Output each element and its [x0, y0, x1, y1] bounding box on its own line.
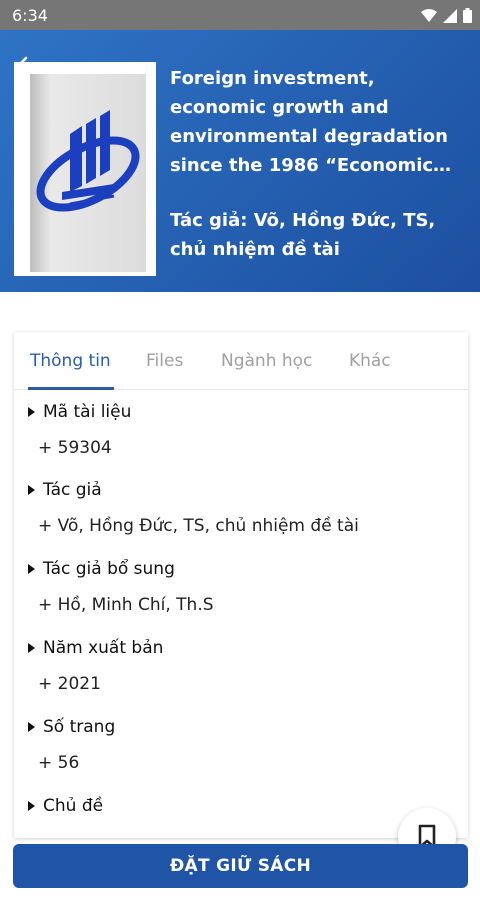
info-item-publish-year: Năm xuất bản + 2021: [26, 638, 456, 694]
info-item-pages: Số trang + 56: [26, 717, 456, 773]
bullet-icon: [28, 564, 35, 574]
info-value: + Hồ, Minh Chí, Th.S: [38, 595, 214, 615]
book-title: Foreign investment, economic growth and …: [170, 64, 466, 180]
book-title-text: Foreign investment, economic growth and …: [170, 68, 448, 176]
bullet-icon: [28, 485, 35, 495]
info-label-text: Chủ đề: [43, 796, 104, 816]
info-label-text: Năm xuất bản: [43, 638, 164, 658]
tab-other[interactable]: Khác: [349, 351, 391, 371]
info-label: Tác giả bổ sung: [26, 559, 456, 579]
bullet-icon: [28, 801, 35, 811]
reserve-book-button[interactable]: ĐẶT GIỮ SÁCH: [13, 844, 468, 888]
bullet-icon: [28, 643, 35, 653]
signal-icon: [443, 8, 457, 28]
status-icons: [421, 8, 472, 28]
info-value: + 59304: [38, 438, 112, 458]
info-label-text: Tác giả: [43, 480, 102, 500]
cover-image: [30, 74, 146, 272]
tab-bar: Thông tin Files Ngành học Khác: [14, 332, 468, 390]
status-bar: 6:34: [0, 0, 480, 30]
info-item-subject: Chủ đề: [26, 796, 456, 816]
info-value: + Võ, Hồng Đức, TS, chủ nhiệm đề tài: [38, 516, 359, 536]
tab-major[interactable]: Ngành học: [221, 351, 312, 371]
bullet-icon: [28, 722, 35, 732]
info-item-document-id: Mã tài liệu + 59304: [26, 402, 456, 458]
tab-info[interactable]: Thông tin: [30, 351, 111, 371]
info-label: Mã tài liệu: [26, 402, 456, 422]
info-label: Chủ đề: [26, 796, 456, 816]
info-label-text: Số trang: [43, 717, 116, 737]
active-tab-indicator: [28, 387, 114, 390]
publisher-logo: [36, 110, 140, 212]
battery-icon: [463, 8, 472, 28]
bullet-icon: [28, 407, 35, 417]
tab-files[interactable]: Files: [146, 351, 183, 371]
info-item-additional-author: Tác giả bổ sung + Hồ, Minh Chí, Th.S: [26, 559, 456, 615]
details-card: Thông tin Files Ngành học Khác Mã tài li…: [14, 332, 468, 838]
info-label: Tác giả: [26, 480, 456, 500]
wifi-icon: [421, 8, 437, 28]
info-item-author: Tác giả + Võ, Hồng Đức, TS, chủ nhiệm đề…: [26, 480, 456, 536]
info-value: + 56: [38, 753, 80, 773]
status-time: 6:34: [12, 6, 48, 25]
book-author: Tác giả: Võ, Hồng Đức, TS, chủ nhiệm đề …: [170, 210, 436, 260]
info-label-text: Mã tài liệu: [43, 402, 132, 422]
info-value: + 2021: [38, 674, 101, 694]
book-cover: [14, 62, 156, 276]
info-label: Năm xuất bản: [26, 638, 456, 658]
info-label-text: Tác giả bổ sung: [43, 559, 175, 579]
info-label: Số trang: [26, 717, 456, 737]
